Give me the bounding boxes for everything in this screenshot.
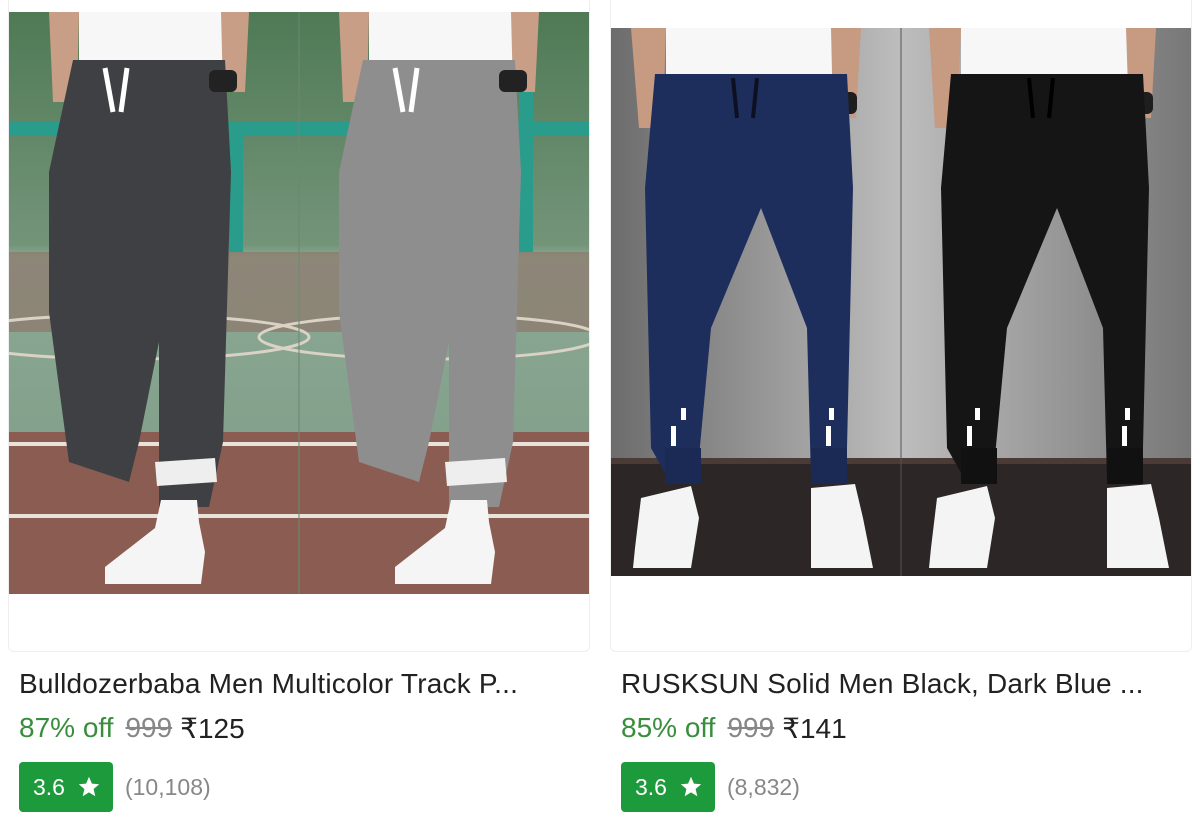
rating-value: 3.6 <box>635 773 667 800</box>
rating-value: 3.6 <box>33 773 65 800</box>
product-card[interactable]: RUSKSUN Solid Men Black, Dark Blue ... 8… <box>610 0 1192 824</box>
rating-row: 3.6 (10,108) <box>19 762 211 812</box>
product-image-frame[interactable] <box>610 0 1192 652</box>
product-image-frame[interactable] <box>8 0 590 652</box>
discount-label: 87% off <box>19 712 114 743</box>
rating-row: 3.6 (8,832) <box>621 762 800 812</box>
star-icon <box>680 776 702 797</box>
rating-badge: 3.6 <box>19 762 113 812</box>
product-image[interactable] <box>611 28 1192 576</box>
product-title[interactable]: RUSKSUN Solid Men Black, Dark Blue ... <box>621 664 1186 704</box>
price-row: 87% off 999 ₹125 <box>19 708 245 748</box>
original-price: 999 <box>727 712 775 743</box>
rating-count: (8,832) <box>726 773 800 800</box>
price-row: 85% off 999 ₹141 <box>621 708 847 748</box>
rating-count: (10,108) <box>124 773 211 800</box>
discount-label: 85% off <box>621 712 716 743</box>
product-image[interactable] <box>9 12 589 594</box>
product-title[interactable]: Bulldozerbaba Men Multicolor Track P... <box>19 664 584 704</box>
selling-price: ₹125 <box>180 712 245 744</box>
rating-badge: 3.6 <box>621 762 715 812</box>
product-card[interactable]: Bulldozerbaba Men Multicolor Track P... … <box>8 0 590 824</box>
original-price: 999 <box>125 712 173 743</box>
selling-price: ₹141 <box>782 712 847 744</box>
star-icon <box>78 776 100 797</box>
